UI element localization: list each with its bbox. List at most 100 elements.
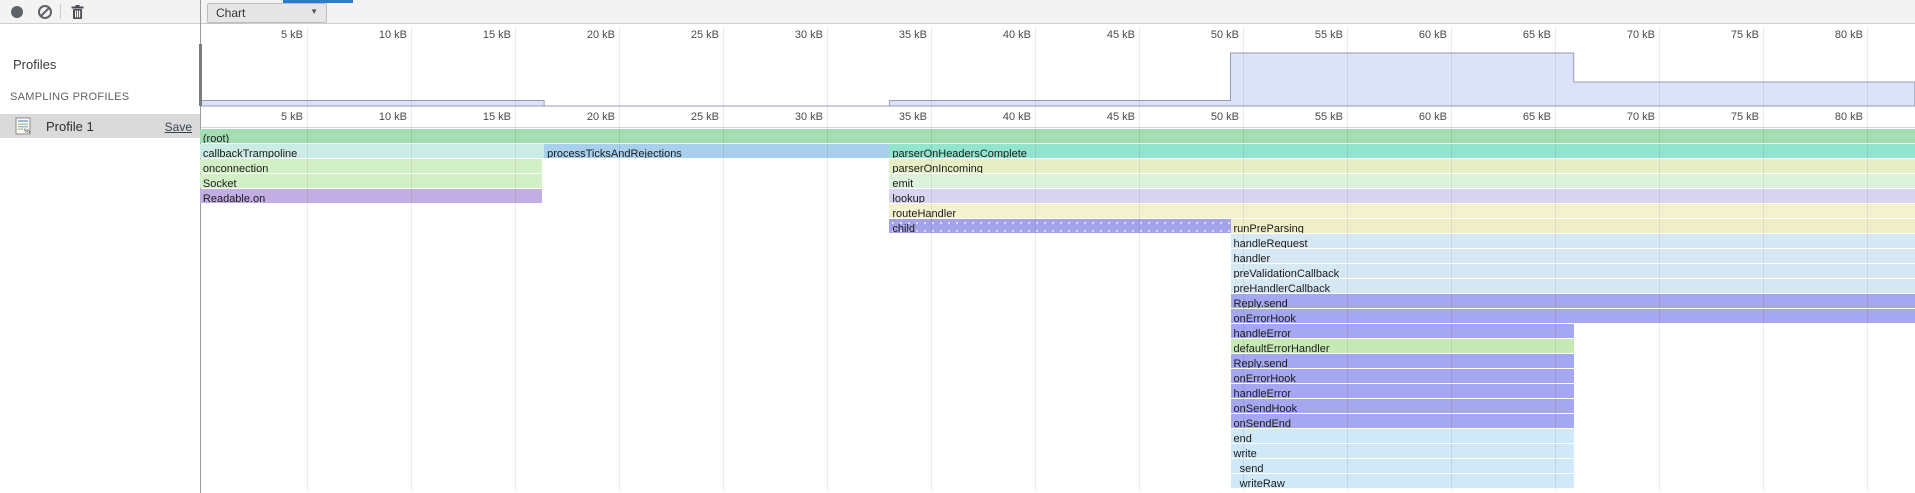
- ruler1-tick-label: 75 kB: [1731, 29, 1759, 41]
- flame-bar-label: onErrorHook: [1231, 313, 1296, 323]
- flame-bar-parserOnIncoming[interactable]: parserOnIncoming: [889, 159, 1914, 173]
- flame-bar-handleError[interactable]: handleError: [1231, 324, 1574, 338]
- flame-bar-Reply.send[interactable]: Reply.send: [1231, 294, 1915, 308]
- grid-line: [515, 26, 516, 490]
- flame-bar-preValidationCallback[interactable]: preValidationCallback: [1231, 264, 1915, 278]
- ruler2-tick-label: 10 kB: [379, 111, 407, 123]
- flame-bar-label: onErrorHook: [1231, 373, 1296, 383]
- ruler1-tick-label: 15 kB: [483, 29, 511, 41]
- flame-bar-_send[interactable]: _send: [1231, 459, 1574, 473]
- grid-line: [1867, 26, 1868, 490]
- flame-bar-end[interactable]: end: [1231, 429, 1574, 443]
- flame-bar-root[interactable]: (root): [200, 129, 1915, 143]
- grid-line: [931, 26, 932, 490]
- flame-bar-label: lookup: [889, 193, 924, 203]
- flame-bar-label: routeHandler: [889, 208, 956, 218]
- flame-bar-defaultErrorHandler[interactable]: defaultErrorHandler: [1231, 339, 1574, 353]
- flame-bar-runPreParsing[interactable]: runPreParsing: [1231, 219, 1915, 233]
- ruler2-tick-label: 80 kB: [1835, 111, 1863, 123]
- flame-bar-label: Socket: [200, 178, 237, 188]
- flame-bar-_writeRaw[interactable]: _writeRaw: [1231, 474, 1574, 488]
- flame-bar-label: parserOnIncoming: [889, 163, 983, 173]
- ruler2-tick-label: 35 kB: [899, 111, 927, 123]
- flame-bar-preHandlerCallback[interactable]: preHandlerCallback: [1231, 279, 1915, 293]
- ruler2-tick-label: 65 kB: [1523, 111, 1551, 123]
- profiles-sidebar: Profiles SAMPLING PROFILES % Profile 1 S…: [0, 24, 200, 493]
- toolbar-separator: [60, 4, 61, 19]
- flame-bar-label: defaultErrorHandler: [1231, 343, 1330, 353]
- flame-bar-routeHandler[interactable]: routeHandler: [889, 204, 1914, 218]
- ruler1-tick-label: 45 kB: [1107, 29, 1135, 41]
- flame-bar-label: preHandlerCallback: [1231, 283, 1331, 293]
- flame-bar-onSendEnd[interactable]: onSendEnd: [1231, 414, 1574, 428]
- flame-bar-handler[interactable]: handler: [1231, 249, 1915, 263]
- flame-bar-label: onconnection: [200, 163, 268, 173]
- sidebar-title: Profiles: [13, 57, 56, 72]
- flame-bar-write_[interactable]: write_: [1231, 444, 1574, 458]
- grid-line: [1243, 26, 1244, 490]
- ruler-border: [201, 127, 1915, 128]
- trash-icon[interactable]: [70, 4, 85, 20]
- grid-line: [723, 26, 724, 490]
- flame-bar-child[interactable]: child: [889, 219, 1230, 233]
- flame-bar-lookup[interactable]: lookup: [889, 189, 1914, 203]
- flame-bar-onErrorHook[interactable]: onErrorHook: [1231, 369, 1574, 383]
- flame-bar-parserOnHeadersComplete[interactable]: parserOnHeadersComplete: [889, 144, 1914, 158]
- ruler1-tick-label: 70 kB: [1627, 29, 1655, 41]
- toolbar: Chart ▼: [0, 0, 1915, 24]
- grid-line: [411, 26, 412, 490]
- flame-bar-label: (root): [200, 133, 229, 143]
- ruler1-tick-label: 40 kB: [1003, 29, 1031, 41]
- flame-bar-label: child: [889, 223, 915, 233]
- devtools-profiler-panel: Chart ▼ Profiles SAMPLING PROFILES % Pro…: [0, 0, 1915, 493]
- view-mode-value: Chart: [216, 6, 245, 20]
- overview-left-handle[interactable]: [199, 44, 202, 106]
- ruler2-tick-label: 40 kB: [1003, 111, 1031, 123]
- flame-bar-processTicksAndRejections[interactable]: processTicksAndRejections: [544, 144, 889, 158]
- flame-bar-label: callbackTrampoline: [200, 148, 297, 158]
- flame-bar-Socket[interactable]: Socket: [200, 174, 542, 188]
- grid-line: [1763, 26, 1764, 490]
- ruler2-tick-label: 5 kB: [281, 111, 303, 123]
- ruler2-tick-label: 55 kB: [1315, 111, 1343, 123]
- flame-bar-label: Reply.send: [1231, 358, 1288, 368]
- flame-bar-onErrorHook[interactable]: onErrorHook: [1231, 309, 1915, 323]
- flame-bar-onSendHook[interactable]: onSendHook: [1231, 399, 1574, 413]
- ruler1-tick-label: 10 kB: [379, 29, 407, 41]
- flame-bar-label: handler: [1231, 253, 1271, 263]
- profile-list-item[interactable]: % Profile 1 Save: [0, 114, 200, 138]
- flame-bar-handleError[interactable]: handleError: [1231, 384, 1574, 398]
- flame-bar-handleRequest[interactable]: handleRequest: [1231, 234, 1915, 248]
- flame-bar-emit[interactable]: emit: [889, 174, 1914, 188]
- chevron-down-icon: ▼: [310, 7, 318, 16]
- flame-bar-label: write_: [1231, 448, 1263, 458]
- ruler1-tick-label: 60 kB: [1419, 29, 1447, 41]
- flame-bar-label: runPreParsing: [1231, 223, 1304, 233]
- flame-bar-label: preValidationCallback: [1231, 268, 1340, 278]
- ruler2-tick-label: 60 kB: [1419, 111, 1447, 123]
- view-mode-select[interactable]: Chart ▼: [207, 3, 327, 23]
- flame-bar-label: handleError: [1231, 388, 1291, 398]
- clear-icon[interactable]: [38, 5, 52, 19]
- grid-line: [1659, 26, 1660, 490]
- flame-bar-onconnection[interactable]: onconnection: [200, 159, 542, 173]
- ruler1-tick-label: 65 kB: [1523, 29, 1551, 41]
- grid-line: [619, 26, 620, 490]
- flame-bar-label: onSendHook: [1231, 403, 1298, 413]
- ruler1-tick-label: 20 kB: [587, 29, 615, 41]
- flame-bar-callbackTrampoline[interactable]: callbackTrampoline: [200, 144, 544, 158]
- flame-bar-Reply.send[interactable]: Reply.send: [1231, 354, 1574, 368]
- grid-line: [1035, 26, 1036, 490]
- ruler2-tick-label: 15 kB: [483, 111, 511, 123]
- grid-line: [827, 26, 828, 490]
- chart-pane: 5 kB5 kB10 kB10 kB15 kB15 kB20 kB20 kB25…: [201, 24, 1915, 493]
- flame-bar-Readable.on[interactable]: Readable.on: [200, 189, 542, 203]
- flame-bar-label: handleError: [1231, 328, 1291, 338]
- grid-line: [1451, 26, 1452, 490]
- flame-bar-label: Readable.on: [200, 193, 265, 203]
- save-link[interactable]: Save: [165, 120, 192, 134]
- record-button[interactable]: [11, 6, 23, 18]
- active-tab-indicator: [283, 0, 353, 3]
- flame-bar-label: _writeRaw: [1231, 478, 1285, 488]
- profile-document-icon: %: [15, 117, 33, 135]
